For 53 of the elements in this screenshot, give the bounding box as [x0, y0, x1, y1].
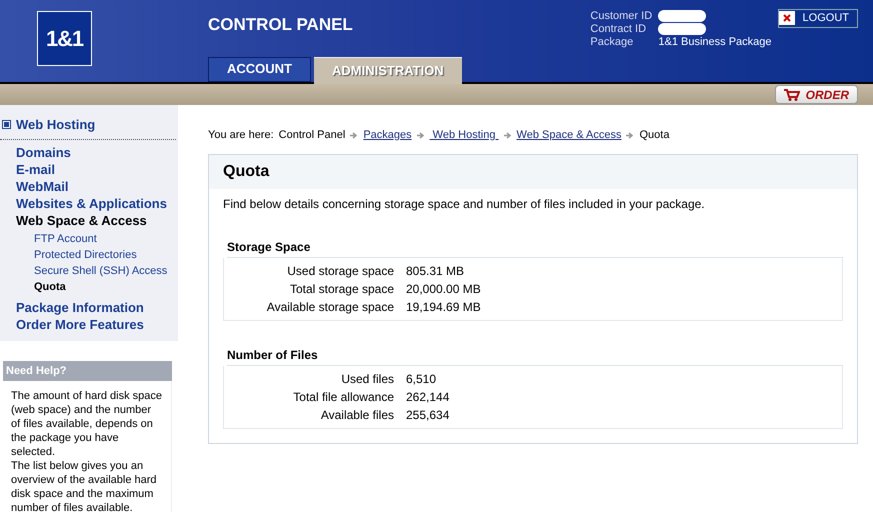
stat-label: Total file allowance: [292, 388, 394, 406]
cart-icon: [784, 88, 800, 100]
page-title: Quota: [209, 154, 857, 188]
stat-label: Total storage space: [288, 280, 394, 298]
help-text: The amount of hard disk space (web space) and the number of files available, depends on the package you have selected.: [11, 389, 163, 459]
breadcrumb-prefix: You are here:: [208, 128, 274, 143]
stat-value: 19,194.69 MB: [406, 298, 482, 316]
sidebar-link[interactable]: Protected Directories: [34, 246, 137, 262]
stat-label: Available storage space: [266, 298, 394, 316]
sidebar-link[interactable]: E-mail: [16, 160, 56, 178]
section-heading: Web Hosting: [16, 116, 96, 134]
breadcrumb-link[interactable]: Web Space & Access: [516, 127, 622, 144]
info-label: Customer ID: [590, 10, 654, 23]
close-icon: [778, 11, 795, 26]
section-icon: [3, 121, 10, 128]
sidebar-link[interactable]: Domains: [16, 144, 71, 160]
sidebar-link[interactable]: Package Information: [16, 298, 144, 316]
order-button[interactable]: ORDER: [774, 85, 858, 104]
breadcrumb-link[interactable]: Packages: [363, 127, 412, 144]
stat-label: Used files: [340, 370, 394, 388]
arrow-icon: [626, 132, 634, 139]
stat-value: 805.31 MB: [406, 262, 466, 280]
sidebar-link[interactable]: Quota: [34, 278, 66, 294]
sidebar-link[interactable]: Web Space & Access: [16, 212, 147, 228]
breadcrumb-item: Quota: [639, 128, 670, 143]
stat-value: 262,144: [406, 388, 450, 406]
stat-label: Available files: [320, 406, 394, 424]
sidebar-link[interactable]: WebMail: [16, 178, 68, 194]
stat-value: 6,510: [406, 370, 438, 388]
info-value: 1&1 Business Package: [658, 36, 772, 49]
stat-value: 20,000.00 MB: [406, 280, 482, 298]
sidebar-link[interactable]: Websites & Applications: [16, 194, 167, 212]
section-title: Number of Files: [227, 346, 843, 366]
sidebar-link[interactable]: Secure Shell (SSH) Access: [34, 262, 168, 278]
breadcrumb-item: Control Panel: [278, 128, 346, 143]
sidebar-link[interactable]: Order More Features: [16, 316, 144, 332]
stat-label: Used storage space: [286, 262, 394, 280]
logout-button[interactable]: LOGOUT: [778, 9, 858, 28]
info-label: Contract ID: [590, 23, 648, 36]
help-heading: Need Help?: [3, 360, 172, 381]
logo: 1&1: [37, 11, 92, 66]
arrow-icon: [416, 132, 425, 139]
section-title: Storage Space: [227, 238, 843, 258]
stat-value: 255,634: [406, 406, 450, 424]
info-label: Package: [590, 36, 634, 49]
panel-title: CONTROL PANEL: [208, 14, 354, 36]
help-text: The list below gives you an overview of the available hard disk space and the maximum number of files available.: [11, 459, 158, 512]
arrow-icon: [350, 132, 358, 139]
nav-tab[interactable]: ACCOUNT: [208, 56, 311, 82]
breadcrumb-link[interactable]: Web Hosting: [430, 127, 499, 144]
arrow-icon: [504, 132, 512, 139]
sidebar-link[interactable]: FTP Account: [34, 230, 97, 246]
intro-text: Find below details concerning storage space and number of files included in your package.: [222, 196, 706, 212]
